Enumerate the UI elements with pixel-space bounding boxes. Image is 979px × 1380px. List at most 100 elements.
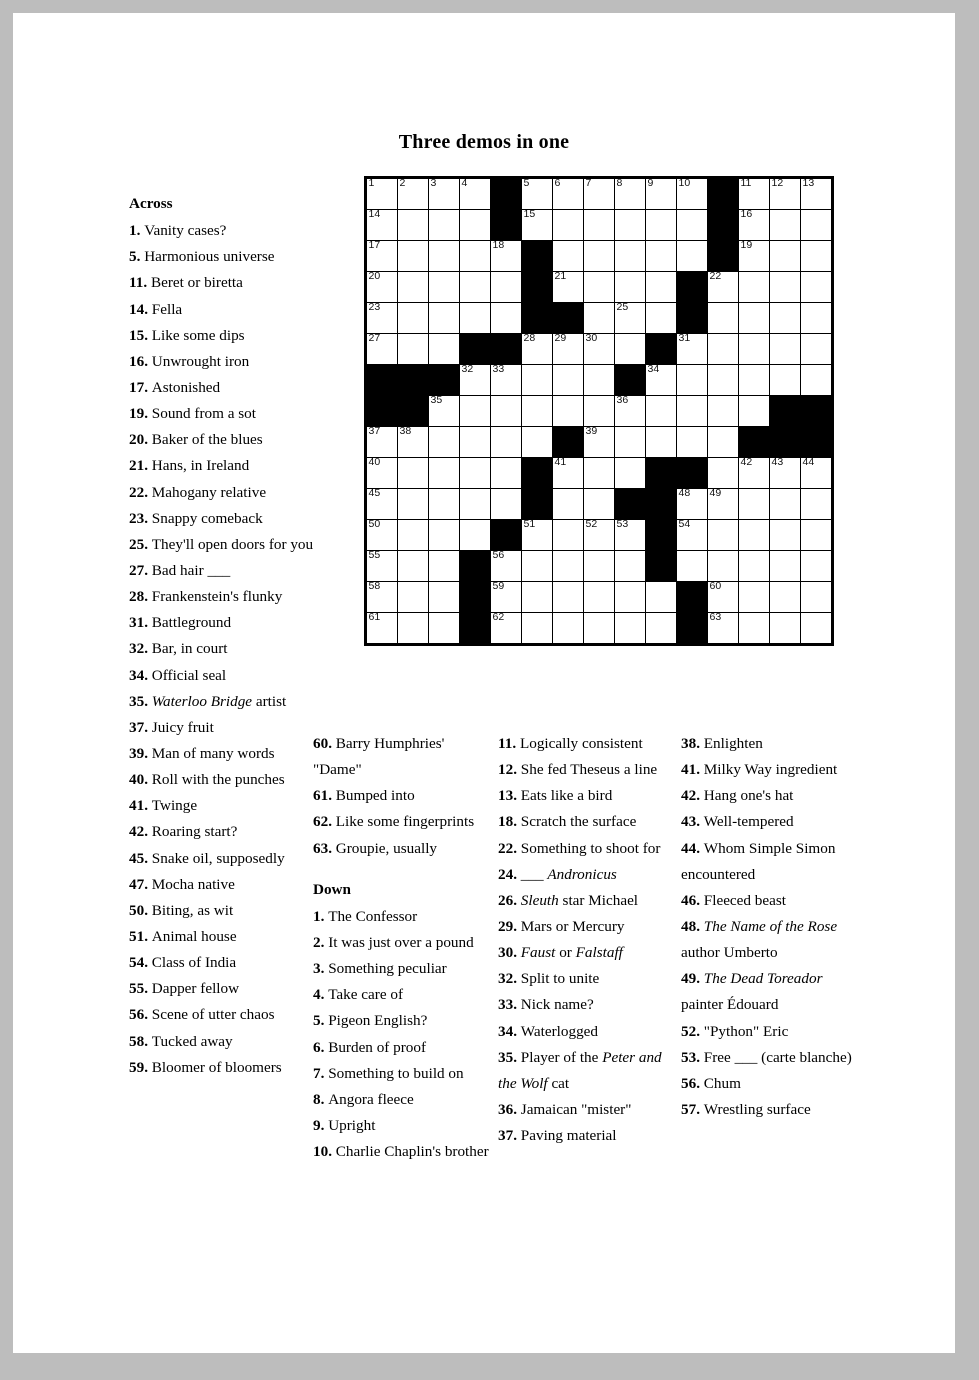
clue-across-15[interactable]: 15. Like some dips: [129, 323, 315, 349]
grid-cell[interactable]: [769, 488, 801, 520]
grid-cell[interactable]: 41: [552, 457, 584, 489]
grid-cell[interactable]: [800, 240, 833, 272]
grid-cell[interactable]: [614, 457, 646, 489]
grid-cell[interactable]: 61: [365, 612, 398, 645]
clue-down-3[interactable]: 3. Something peculiar: [313, 956, 493, 982]
grid-cell[interactable]: [583, 271, 615, 303]
grid-cell[interactable]: [428, 519, 460, 551]
clue-across-58[interactable]: 58. Tucked away: [129, 1029, 315, 1055]
grid-cell[interactable]: [459, 240, 491, 272]
grid-cell[interactable]: [428, 612, 460, 645]
clue-down-6[interactable]: 6. Burden of proof: [313, 1035, 493, 1061]
grid-cell[interactable]: 5: [521, 177, 553, 210]
clue-across-34[interactable]: 34. Official seal: [129, 663, 315, 689]
grid-cell[interactable]: 9: [645, 177, 677, 210]
grid-cell[interactable]: [800, 581, 833, 613]
grid-cell[interactable]: [583, 581, 615, 613]
clue-across-23[interactable]: 23. Snappy comeback: [129, 506, 315, 532]
grid-cell[interactable]: [676, 364, 708, 396]
clue-down-12[interactable]: 12. She fed Theseus a line: [498, 757, 678, 783]
grid-cell[interactable]: 10: [676, 177, 708, 210]
grid-cell[interactable]: [738, 395, 770, 427]
grid-cell[interactable]: 43: [769, 457, 801, 489]
grid-cell[interactable]: [397, 271, 429, 303]
grid-cell[interactable]: 6: [552, 177, 584, 210]
grid-cell[interactable]: 32: [459, 364, 491, 396]
grid-cell[interactable]: [614, 426, 646, 458]
grid-cell[interactable]: 54: [676, 519, 708, 551]
grid-cell[interactable]: 7: [583, 177, 615, 210]
clue-across-16[interactable]: 16. Unwrought iron: [129, 349, 315, 375]
grid-cell[interactable]: [707, 550, 739, 582]
clue-across-45[interactable]: 45. Snake oil, supposedly: [129, 846, 315, 872]
grid-cell[interactable]: [583, 240, 615, 272]
grid-cell[interactable]: [583, 550, 615, 582]
grid-cell[interactable]: [800, 271, 833, 303]
grid-cell[interactable]: [459, 488, 491, 520]
grid-cell[interactable]: [738, 519, 770, 551]
grid-cell[interactable]: [397, 612, 429, 645]
clue-down-53[interactable]: 53. Free ___ (carte blanche): [681, 1045, 865, 1071]
grid-cell[interactable]: 51: [521, 519, 553, 551]
crossword-grid[interactable]: 1 2 3 4 5 6 7 8 9 10 11 12 13 14 15 16 17 18 19 20 21 22 23 25 2…: [364, 176, 834, 646]
grid-cell[interactable]: 20: [365, 271, 398, 303]
grid-cell[interactable]: [397, 333, 429, 365]
grid-cell[interactable]: [707, 364, 739, 396]
clue-down-22[interactable]: 22. Something to shoot for: [498, 836, 678, 862]
grid-cell[interactable]: [521, 612, 553, 645]
grid-cell[interactable]: [676, 426, 708, 458]
grid-cell[interactable]: [738, 271, 770, 303]
grid-cell[interactable]: [583, 457, 615, 489]
grid-cell[interactable]: 30: [583, 333, 615, 365]
grid-cell[interactable]: [490, 302, 522, 334]
clue-across-39[interactable]: 39. Man of many words: [129, 741, 315, 767]
grid-cell[interactable]: [676, 240, 708, 272]
grid-cell[interactable]: [397, 209, 429, 241]
clue-across-51[interactable]: 51. Animal house: [129, 924, 315, 950]
grid-cell[interactable]: [428, 550, 460, 582]
clue-across-50[interactable]: 50. Biting, as wit: [129, 898, 315, 924]
clue-across-11[interactable]: 11. Beret or biretta: [129, 270, 315, 296]
grid-cell[interactable]: [769, 271, 801, 303]
grid-cell[interactable]: [521, 364, 553, 396]
clue-down-52[interactable]: 52. "Python" Eric: [681, 1019, 865, 1045]
grid-cell[interactable]: 48: [676, 488, 708, 520]
grid-cell[interactable]: [552, 488, 584, 520]
grid-cell[interactable]: [459, 519, 491, 551]
grid-cell[interactable]: [459, 302, 491, 334]
grid-cell[interactable]: [800, 209, 833, 241]
grid-cell[interactable]: [552, 519, 584, 551]
clue-down-2[interactable]: 2. It was just over a pound: [313, 930, 493, 956]
grid-cell[interactable]: [800, 519, 833, 551]
grid-cell[interactable]: 39: [583, 426, 615, 458]
grid-cell[interactable]: [614, 581, 646, 613]
grid-cell[interactable]: 3: [428, 177, 460, 210]
grid-cell[interactable]: [800, 550, 833, 582]
grid-cell[interactable]: [645, 395, 677, 427]
clue-across-56[interactable]: 56. Scene of utter chaos: [129, 1002, 315, 1028]
grid-cell[interactable]: [769, 364, 801, 396]
grid-cell[interactable]: 28: [521, 333, 553, 365]
grid-cell[interactable]: [769, 581, 801, 613]
grid-cell[interactable]: [397, 488, 429, 520]
grid-cell[interactable]: 40: [365, 457, 398, 489]
clue-across-28[interactable]: 28. Frankenstein's flunky: [129, 584, 315, 610]
grid-cell[interactable]: [521, 550, 553, 582]
grid-cell[interactable]: [459, 395, 491, 427]
grid-cell[interactable]: [769, 302, 801, 334]
grid-cell[interactable]: [490, 457, 522, 489]
clue-across-22[interactable]: 22. Mahogany relative: [129, 480, 315, 506]
grid-cell[interactable]: [583, 302, 615, 334]
clue-down-18[interactable]: 18. Scratch the surface: [498, 809, 678, 835]
clue-down-9[interactable]: 9. Upright: [313, 1113, 493, 1139]
grid-cell[interactable]: 45: [365, 488, 398, 520]
clue-across-19[interactable]: 19. Sound from a sot: [129, 401, 315, 427]
grid-cell[interactable]: [490, 271, 522, 303]
clue-down-7[interactable]: 7. Something to build on: [313, 1061, 493, 1087]
clue-across-59[interactable]: 59. Bloomer of bloomers: [129, 1055, 315, 1081]
grid-cell[interactable]: [428, 302, 460, 334]
grid-cell[interactable]: [738, 550, 770, 582]
grid-cell[interactable]: [645, 581, 677, 613]
clue-down-24[interactable]: 24. ___ Andronicus: [498, 862, 678, 888]
grid-cell[interactable]: 34: [645, 364, 677, 396]
